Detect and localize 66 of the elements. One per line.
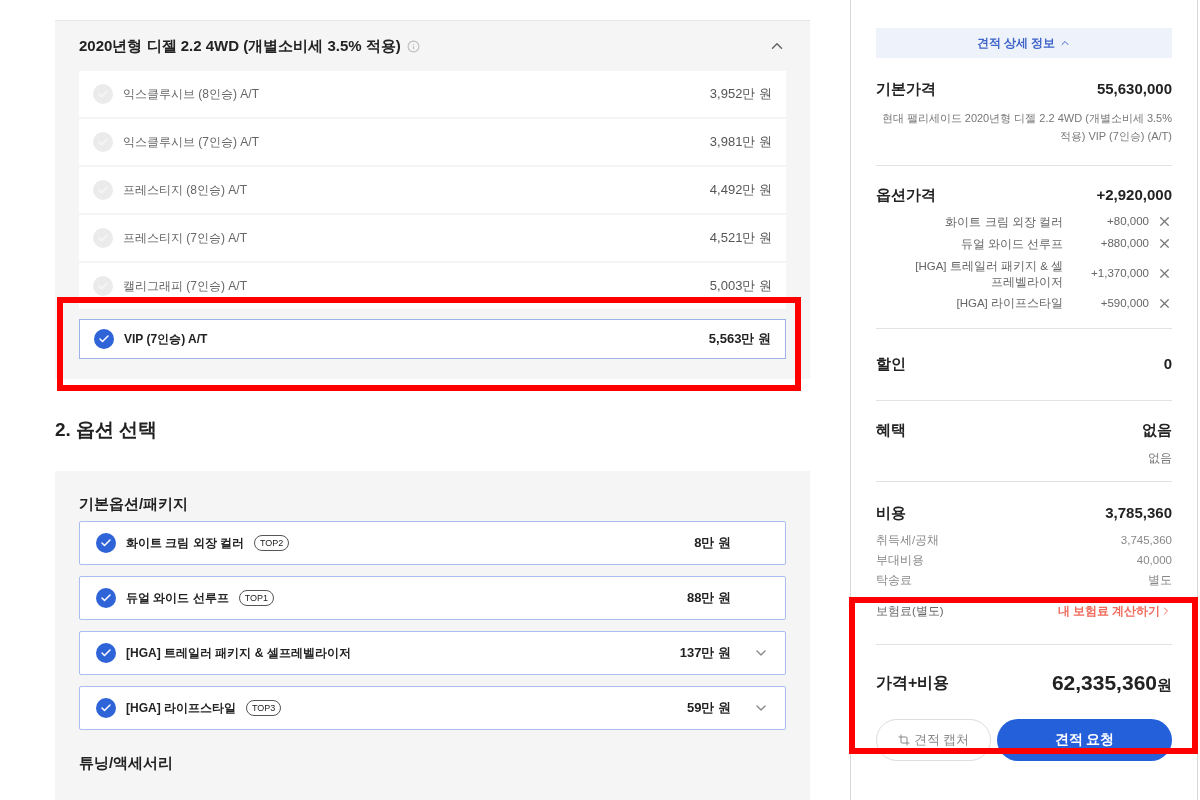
option-name: [HGA] 트레일러 패키지 & 셀프레벨라이저 (126, 645, 351, 662)
info-icon (406, 39, 420, 53)
trim-price: 4,492만 원 (709, 181, 772, 200)
option-item-price: +80,000 (1106, 214, 1149, 229)
summary-label: 기본가격 (876, 79, 936, 99)
trim-price: 5,003만 원 (709, 277, 772, 296)
option-item-price: +880,000 (1099, 236, 1149, 252)
cost-item-value: 40,000 (1136, 553, 1172, 568)
option-item-name: 화이트 크림 외장 컬러 (945, 214, 1063, 230)
option-price: 59만 원 (686, 699, 731, 718)
option-row[interactable]: 화이트 크림 외장 컬러 TOP2 8만 원 (79, 521, 786, 565)
summary-label: 할인 (876, 354, 906, 374)
option-row[interactable]: [HGA] 라이프스타일 TOP3 59만 원 (79, 686, 786, 730)
summary-label: 혜택 (876, 419, 906, 440)
option-price: 137만 원 (679, 644, 731, 663)
summary-label: 비용 (876, 503, 906, 524)
total-label: 가격+비용 (876, 672, 950, 693)
option-group-title: 기본옵션/패키지 (79, 493, 190, 514)
summary-value: 3,785,360 (1105, 503, 1172, 524)
option-price: 8만 원 (694, 534, 731, 553)
trim-option[interactable]: 프레스티지 (7인승) A/T 4,521만 원 (79, 215, 786, 261)
total-value: 62,335,360원 (1051, 670, 1172, 696)
trim-price: 3,952만 원 (709, 85, 772, 104)
option-name: [HGA] 라이프스타일 (126, 700, 236, 717)
cost-item-label: 취득세/공채 (876, 532, 940, 548)
trim-option[interactable]: VIP (7인승) A/T 5,563만 원 (79, 319, 786, 359)
summary-value: 없음 (1142, 419, 1172, 440)
trim-group-title: 2020년형 디젤 2.2 4WD (개별소비세 3.5% 적용) (79, 35, 401, 56)
trim-name: 프레스티지 (7인승) A/T (123, 230, 248, 247)
trim-price: 5,563만 원 (708, 330, 771, 349)
option-group-title: 튜닝/액세서리 (79, 752, 175, 773)
option-item-price: +1,370,000 (1090, 265, 1149, 281)
option-item-name: 듀얼 와이드 선루프 (960, 236, 1063, 252)
cost-item-label: 탁송료 (876, 573, 912, 589)
trim-option[interactable]: 익스클루시브 (7인승) A/T 3,981만 원 (79, 119, 786, 165)
base-description: 현대 팰리세이드 2020년형 디젤 2.2 4WD (개별소비세 3.5% 적용) VIP (7인승) (A/T) (880, 110, 1172, 144)
option-row[interactable]: [HGA] 트레일러 패키지 & 셀프레벨라이저 137만 원 (79, 631, 786, 675)
option-item-name: [HGA] 트레일러 패키지 & 셀프레벨라이저 (914, 258, 1063, 290)
trim-name: 캘리그래피 (7인승) A/T (123, 278, 248, 295)
option-name: 듀얼 와이드 선루프 (126, 590, 229, 607)
trim-price: 3,981만 원 (709, 133, 772, 152)
trim-option[interactable]: 프레스티지 (8인승) A/T 4,492만 원 (79, 167, 786, 213)
trim-name: 익스클루시브 (8인승) A/T (123, 86, 260, 103)
option-item-price: +590,000 (1099, 295, 1149, 311)
trim-name: VIP (7인승) A/T (124, 331, 208, 348)
crop-icon (897, 733, 910, 746)
option-name: 화이트 크림 외장 컬러 (126, 535, 244, 552)
trim-option[interactable]: 익스클루시브 (8인승) A/T 3,952만 원 (79, 71, 786, 117)
summary-value: 0 (1163, 354, 1172, 374)
summary-value: 55,630,000 (1096, 79, 1172, 99)
trim-name: 익스클루시브 (7인승) A/T (123, 134, 260, 151)
option-item-name: [HGA] 라이프스타일 (956, 296, 1063, 312)
trim-name: 프레스티지 (8인승) A/T (123, 182, 248, 199)
cost-item-value: 3,745,360 (1120, 532, 1172, 548)
cost-item-label: 부대비용 (876, 553, 924, 568)
benefit-detail: 없음 (1148, 450, 1172, 468)
summary-label: 옵션가격 (876, 184, 936, 205)
trim-price: 4,521만 원 (709, 229, 772, 248)
cost-item-value: 별도 (1148, 573, 1172, 589)
option-price: 88만 원 (686, 589, 731, 608)
remove-icon[interactable] (1157, 266, 1172, 281)
section-title: 2. 옵션 선택 (55, 417, 159, 442)
insurance-label: 보험료(별도) (876, 603, 944, 619)
option-row[interactable]: 듀얼 와이드 선루프 TOP1 88만 원 (79, 576, 786, 620)
details-toggle-button[interactable]: 견적 상세 정보 (876, 28, 1172, 58)
summary-value: +2,920,000 (1096, 184, 1172, 205)
